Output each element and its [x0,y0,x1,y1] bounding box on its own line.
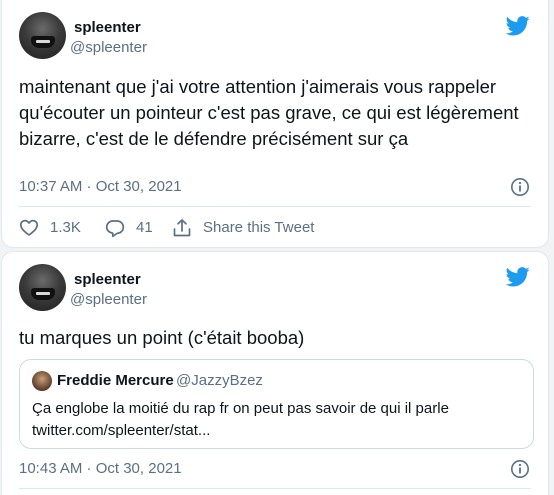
tweet-timestamp[interactable]: 10:37 AM · Oct 30, 2021 [19,178,182,196]
tweet-timestamp[interactable]: 10:43 AM · Oct 30, 2021 [19,460,182,478]
quoted-text-line: Ça englobe la moitié du rap fr on peut p… [32,400,449,417]
share-label: Share this Tweet [203,219,315,236]
author-avatar[interactable] [19,12,66,59]
tweet-text: tu marques un point (c'était booba) [19,327,305,348]
twitter-bird-icon[interactable] [506,16,530,36]
like-button[interactable]: 1.3K [19,218,99,238]
info-icon[interactable] [510,177,530,197]
quoted-author-name: Freddie Mercure [57,372,174,389]
author-name[interactable]: spleenter [74,271,141,289]
tweet-card[interactable]: spleenter @spleenter tu marques un point… [1,251,549,495]
divider [19,206,531,207]
quoted-author-avatar [32,371,52,391]
quoted-author-handle: @JazzyBzez [176,372,263,389]
reply-count: 41 [136,219,153,236]
heart-icon [19,219,39,236]
author-avatar[interactable] [19,264,66,311]
tweet-text: maintenant que j'ai votre attention j'ai… [19,76,519,149]
divider [19,488,531,489]
quoted-link[interactable]: twitter.com/spleenter/stat... [32,420,522,442]
twitter-bird-icon[interactable] [506,267,530,287]
like-count: 1.3K [50,219,81,236]
share-icon [173,219,191,237]
author-handle[interactable]: @spleenter [70,291,147,309]
info-icon[interactable] [510,459,530,479]
author-handle[interactable]: @spleenter [70,39,147,57]
author-name[interactable]: spleenter [74,19,141,37]
quoted-tweet-text: Ça englobe la moitié du rap fr on peut p… [32,398,522,442]
quoted-tweet[interactable]: Freddie Mercure @JazzyBzez Ça englobe la… [19,359,534,449]
reply-button[interactable]: 41 [105,218,165,238]
reply-icon [105,220,125,238]
share-button[interactable]: Share this Tweet [172,218,322,238]
tweet-card[interactable]: spleenter @spleenter maintenant que j'ai… [1,0,549,248]
